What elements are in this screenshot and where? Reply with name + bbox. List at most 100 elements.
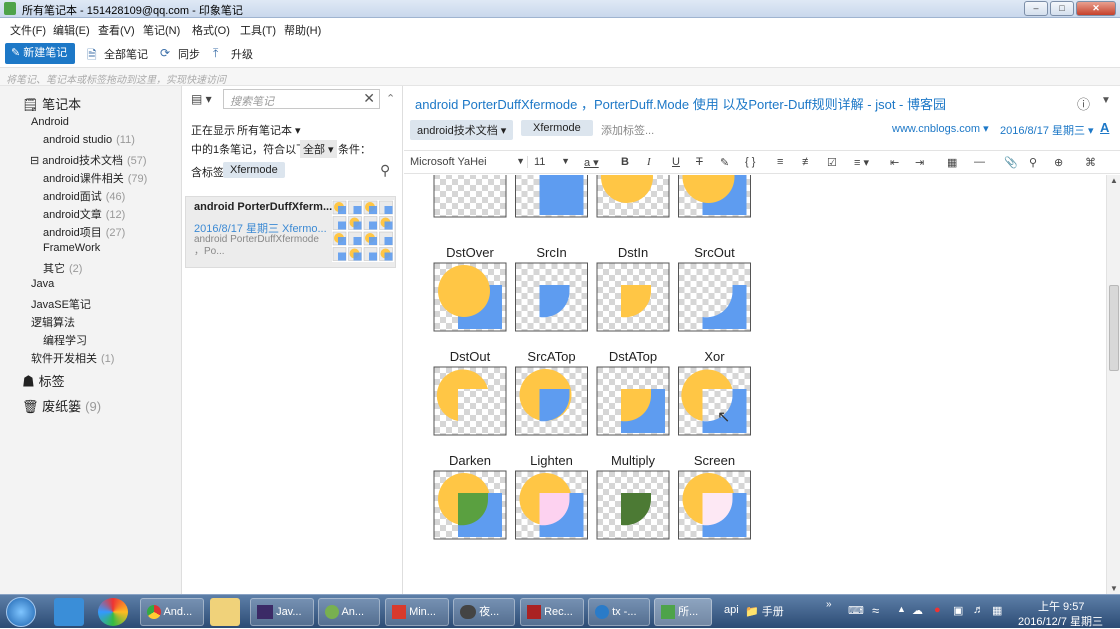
taskbar-item-eclipse[interactable]: Jav... — [250, 598, 314, 626]
save-search-icon[interactable]: ⚲ — [380, 162, 390, 179]
info-icon[interactable]: ⓘ — [1077, 94, 1090, 113]
wifi-icon[interactable]: ≈ — [872, 603, 879, 618]
source-url-link[interactable]: www.cnblogs.com ▾ — [892, 122, 989, 135]
menu-file[interactable]: 文件(F) — [10, 22, 46, 38]
search-input[interactable]: 搜索笔记 ✕ — [223, 89, 380, 109]
sidebar-item-android-tech-docs[interactable]: ⊟ android技术文档 (57) — [30, 152, 147, 168]
underline-button[interactable]: U — [672, 156, 680, 168]
highlight-button[interactable]: ✎ — [720, 156, 729, 169]
cloud-icon[interactable]: ☁ — [912, 604, 923, 617]
sidebar-notebooks-header[interactable]: 🗒 笔记本 — [22, 94, 81, 113]
checkbox-button[interactable]: ☑ — [827, 156, 837, 169]
collapse-icon[interactable]: ⌃ — [386, 92, 395, 105]
font-size-select[interactable]: 11 ▼ — [534, 156, 570, 168]
taskbar-item-mindmanager[interactable]: Min... — [385, 598, 449, 626]
font-family-select[interactable]: Microsoft YaHei ▼ — [410, 156, 528, 168]
taskbar-item-recorder[interactable]: Rec... — [520, 598, 584, 626]
sidebar-item-programming[interactable]: 编程学习 — [43, 332, 87, 348]
scrollbar-thumb[interactable] — [1109, 285, 1119, 371]
menu-note[interactable]: 笔记(N) — [143, 22, 180, 38]
menu-help[interactable]: 帮助(H) — [284, 22, 321, 38]
sidebar-item-java[interactable]: Java — [31, 278, 54, 290]
sidebar-item-javase[interactable]: JavaSE笔记 — [31, 296, 91, 312]
note-scrollbar[interactable]: ▲ ▼ — [1106, 175, 1120, 594]
more-options-icon[interactable]: ▼ — [1101, 95, 1111, 106]
sync-button[interactable]: 同步 — [178, 46, 200, 62]
new-note-button[interactable]: ✎ 新建笔记 — [5, 43, 75, 64]
horizontal-rule-button[interactable]: — — [974, 156, 985, 168]
sidebar-item-framework[interactable]: FrameWork — [43, 242, 100, 254]
note-tag-chip[interactable]: Xfermode — [521, 120, 593, 136]
tray-arrow-icon[interactable]: ▲ — [897, 604, 906, 614]
italic-button[interactable]: I — [647, 156, 651, 168]
picture-app-taskbar-icon[interactable] — [98, 598, 128, 626]
more-format-button[interactable]: ⌘ — [1085, 156, 1096, 169]
filter-tag-chip[interactable]: Xfermode — [223, 162, 285, 178]
text-style-icon[interactable]: A — [1100, 120, 1109, 135]
maximize-button[interactable]: □ — [1050, 1, 1074, 16]
close-button[interactable]: ✕ — [1076, 1, 1116, 16]
menu-edit[interactable]: 编辑(E) — [53, 22, 90, 38]
indent-button[interactable]: ⇥ — [915, 156, 924, 169]
sidebar-item-android-projects[interactable]: android项目 (27) — [43, 224, 125, 240]
numbered-list-button[interactable]: ≢ — [802, 156, 813, 168]
sidebar-item-android[interactable]: Android — [31, 116, 69, 128]
match-all-dropdown[interactable]: 全部 ▾ — [300, 140, 337, 158]
taskbar-item-tx[interactable]: tx -... — [588, 598, 650, 626]
view-options-button[interactable]: ▤ ▾ — [191, 92, 212, 106]
align-button[interactable]: ≡ ▾ — [854, 156, 869, 169]
taskbar-item-chrome[interactable]: And... — [140, 598, 204, 626]
taskbar-item-evernote[interactable]: 所... — [654, 598, 712, 626]
device-icon[interactable]: ▣ — [953, 604, 963, 617]
sidebar-item-algorithms[interactable]: 逻辑算法 — [31, 314, 75, 330]
strikethrough-button[interactable]: T — [696, 156, 703, 168]
menu-view[interactable]: 查看(V) — [98, 22, 135, 38]
code-button[interactable]: { } — [745, 156, 755, 168]
tray-folder-toolbar[interactable]: 📁 手册 — [745, 603, 784, 619]
note-title[interactable]: android PorterDuffXfermode ，PorterDuff.M… — [415, 94, 946, 113]
note-card[interactable]: android PorterDuffXferm... 2016/8/17 星期三… — [185, 196, 396, 268]
add-tag-input[interactable]: 添加标签... — [601, 122, 654, 138]
network-icon[interactable]: ▦ — [992, 604, 1002, 617]
bold-button[interactable]: B — [621, 156, 629, 168]
bullet-list-button[interactable]: ≡ — [777, 156, 783, 168]
minimize-button[interactable]: – — [1024, 1, 1048, 16]
sidebar-item-android-interview[interactable]: android面试 (46) — [43, 188, 125, 204]
start-button[interactable] — [6, 597, 36, 627]
font-color-button[interactable]: a ▾ — [584, 156, 599, 169]
shortcuts-bar[interactable]: 将笔记、笔记本或标签拖动到这里，实现快速访问 — [0, 68, 1120, 86]
outdent-button[interactable]: ⇤ — [890, 156, 899, 169]
sidebar-item-android-studio[interactable]: android studio (11) — [43, 134, 135, 146]
menu-format[interactable]: 格式(O) — [192, 22, 230, 38]
sidebar-tags[interactable]: ☗ 标签 — [22, 371, 65, 390]
notebook-scope-dropdown[interactable]: 所有笔记本 ▾ — [237, 122, 301, 138]
record-button[interactable]: ⚲ — [1029, 156, 1037, 169]
upgrade-button[interactable]: 升级 — [231, 46, 253, 62]
explorer-taskbar-icon[interactable] — [210, 598, 240, 626]
record-indicator-icon[interactable]: ● — [934, 604, 941, 616]
expand-icon[interactable]: ⊟ — [30, 155, 39, 167]
tray-expand-icon[interactable]: » — [826, 599, 832, 610]
clear-search-icon[interactable]: ✕ — [363, 90, 375, 107]
attach-button[interactable]: 📎 — [1004, 156, 1018, 169]
tray-api-label[interactable]: api — [724, 604, 739, 616]
note-date[interactable]: 2016/8/17 星期三 ▾ — [1000, 122, 1094, 138]
encrypt-button[interactable]: ⊕ — [1054, 156, 1063, 169]
qq-browser-taskbar-icon[interactable] — [54, 598, 84, 626]
note-body[interactable]: DstOver SrcIn DstIn SrcOut DstOut SrcATop DstA… — [404, 175, 1120, 594]
sidebar-item-other[interactable]: 其它 (2) — [43, 260, 82, 276]
all-notes-button[interactable]: 全部笔记 — [104, 46, 148, 62]
notebook-selector[interactable]: android技术文档 ▾ — [410, 120, 514, 140]
sidebar-item-software-dev[interactable]: 软件开发相关 (1) — [31, 350, 114, 366]
sidebar-item-android-courseware[interactable]: android课件相关 (79) — [43, 170, 147, 186]
taskbar-item-android-studio[interactable]: An... — [318, 598, 380, 626]
volume-icon[interactable]: ♬ — [973, 604, 984, 616]
clock-time[interactable]: 上午 9:57 — [1038, 598, 1084, 614]
sidebar-trash[interactable]: 🗑 废纸篓 (9) — [22, 396, 101, 415]
sidebar-item-android-articles[interactable]: android文章 (12) — [43, 206, 125, 222]
menu-tools[interactable]: 工具(T) — [240, 22, 276, 38]
clock-date[interactable]: 2016/12/7 星期三 — [1018, 613, 1103, 629]
table-button[interactable]: ▦ — [947, 156, 957, 169]
keyboard-icon[interactable]: ⌨ — [848, 604, 864, 617]
taskbar-item-nox[interactable]: 夜... — [453, 598, 515, 626]
